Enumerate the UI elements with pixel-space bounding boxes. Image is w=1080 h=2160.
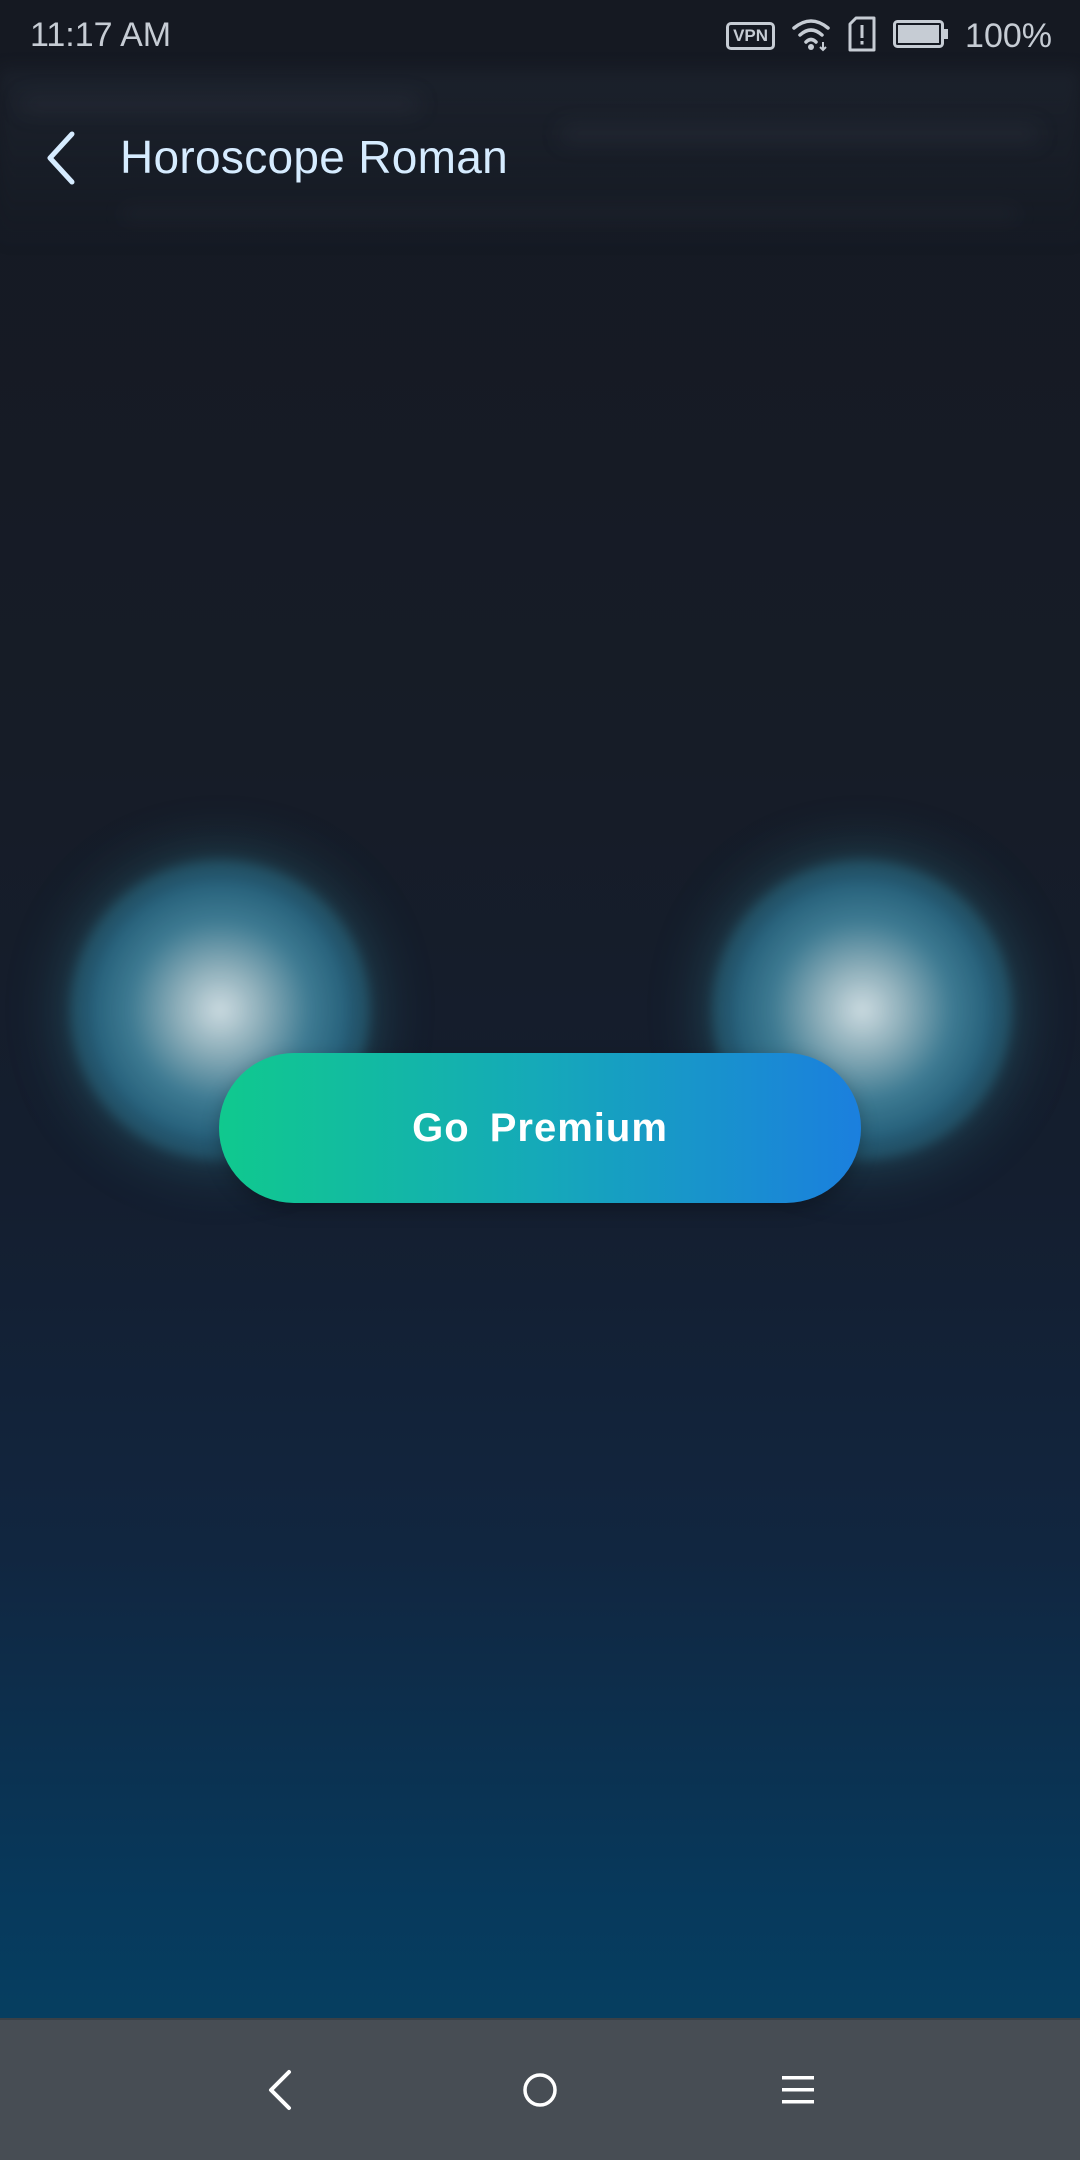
nav-menu-button[interactable]	[758, 2050, 838, 2130]
menu-icon	[782, 2076, 814, 2104]
status-time: 11:17 AM	[30, 16, 172, 54]
battery-percent: 100%	[965, 16, 1052, 55]
nav-home-button[interactable]	[500, 2050, 580, 2130]
back-icon	[269, 2070, 291, 2110]
back-button[interactable]	[30, 126, 94, 190]
sim-alert-icon	[847, 16, 877, 57]
status-bar: 11:17 AM VPN 100%	[0, 0, 1080, 72]
app-bar: Horoscope Roman	[0, 110, 1080, 210]
chevron-left-icon	[47, 131, 75, 185]
go-premium-button[interactable]: Go Premium	[219, 1053, 861, 1203]
nav-back-button[interactable]	[241, 2050, 321, 2130]
home-icon	[523, 2073, 557, 2107]
screen: 11:17 AM VPN 100% Horoscope Roman Go Pre…	[0, 0, 1080, 2160]
page-title: Horoscope Roman	[120, 131, 509, 183]
status-icons: VPN 100%	[726, 14, 1052, 58]
wifi-icon	[791, 16, 831, 57]
battery-icon	[893, 19, 949, 53]
vpn-icon: VPN	[726, 22, 776, 50]
system-nav-bar	[0, 2018, 1080, 2160]
